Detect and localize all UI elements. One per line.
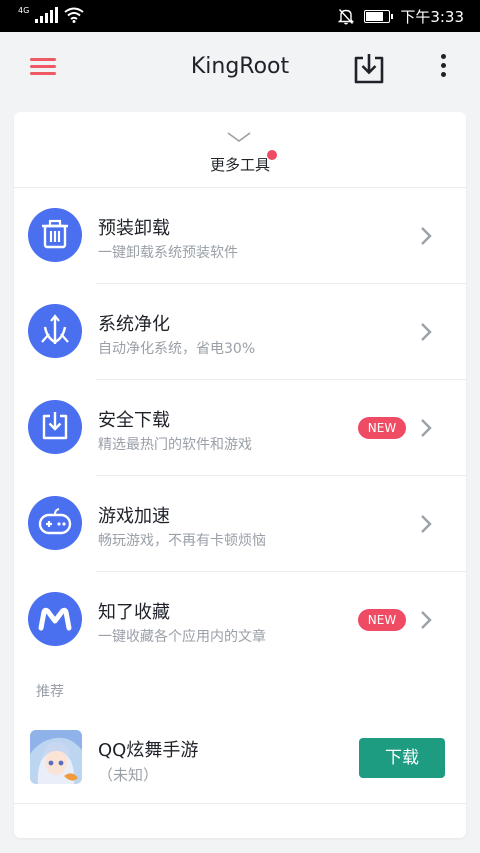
recommend-label: 推荐 — [36, 684, 64, 700]
app-thumbnail — [30, 730, 82, 784]
purify-icon — [28, 304, 82, 358]
tool-subtitle: 一键卸载系统预装软件 — [98, 245, 238, 261]
tool-subtitle: 精选最热门的软件和游戏 — [98, 437, 252, 453]
download-icon — [28, 400, 82, 454]
status-right: 下午3:33 — [338, 6, 464, 27]
more-tools-toggle[interactable]: 更多工具 — [14, 112, 466, 188]
battery-icon — [364, 10, 394, 23]
m-logo-icon — [28, 592, 82, 646]
status-left: 4G — [18, 7, 84, 23]
wifi-icon — [64, 7, 84, 23]
network-label: 4G — [18, 6, 30, 15]
download-tray-icon[interactable] — [352, 52, 386, 86]
app-bar: KingRoot — [0, 32, 480, 104]
trash-icon — [28, 208, 82, 262]
tool-subtitle: 自动净化系统，省电30% — [98, 341, 256, 357]
download-button[interactable]: 下载 — [359, 738, 445, 778]
gamepad-icon — [28, 496, 82, 550]
app-name: QQ炫舞手游 — [98, 740, 199, 761]
chevron-right-icon — [421, 611, 432, 629]
tools-card: 更多工具 预装卸载 一键卸载系统预装软件 系统净化 自动净化系统，省电30% 安… — [14, 112, 466, 838]
more-options-icon[interactable] — [436, 54, 450, 84]
tool-item-uninstall[interactable]: 预装卸载 一键卸载系统预装软件 — [14, 188, 466, 284]
chevron-right-icon — [421, 227, 432, 245]
chevron-down-icon — [227, 132, 251, 142]
new-badge: NEW — [358, 417, 406, 439]
status-bar: 4G 下午3:33 — [0, 0, 480, 32]
mute-bell-icon — [338, 9, 355, 25]
tool-item-favorites[interactable]: 知了收藏 一键收藏各个应用内的文章 NEW — [14, 572, 466, 668]
chevron-right-icon — [421, 323, 432, 341]
tool-subtitle: 一键收藏各个应用内的文章 — [98, 629, 266, 645]
notification-dot — [267, 150, 277, 160]
status-time: 下午3:33 — [400, 8, 464, 26]
more-tools-label: 更多工具 — [209, 156, 270, 174]
tool-item-game-boost[interactable]: 游戏加速 畅玩游戏，不再有卡顿烦恼 — [14, 476, 466, 572]
new-badge: NEW — [358, 609, 406, 631]
tool-title: 知了收藏 — [98, 602, 170, 623]
tool-title: 游戏加速 — [98, 506, 170, 527]
tool-item-purify[interactable]: 系统净化 自动净化系统，省电30% — [14, 284, 466, 380]
tool-title: 预装卸载 — [98, 218, 170, 239]
recommended-app-item[interactable]: QQ炫舞手游 （未知） 下载 — [14, 720, 466, 804]
tool-title: 系统净化 — [98, 314, 170, 335]
chevron-right-icon — [421, 515, 432, 533]
tool-subtitle: 畅玩游戏，不再有卡顿烦恼 — [98, 533, 266, 549]
signal-icon — [35, 7, 59, 23]
app-title: KingRoot — [190, 54, 290, 79]
app-status: （未知） — [98, 766, 159, 784]
tool-title: 安全下载 — [98, 410, 170, 431]
recommend-section: 推荐 QQ炫舞手游 （未知） 下载 — [14, 668, 466, 804]
tool-item-safe-download[interactable]: 安全下载 精选最热门的软件和游戏 NEW — [14, 380, 466, 476]
chevron-right-icon — [421, 419, 432, 437]
